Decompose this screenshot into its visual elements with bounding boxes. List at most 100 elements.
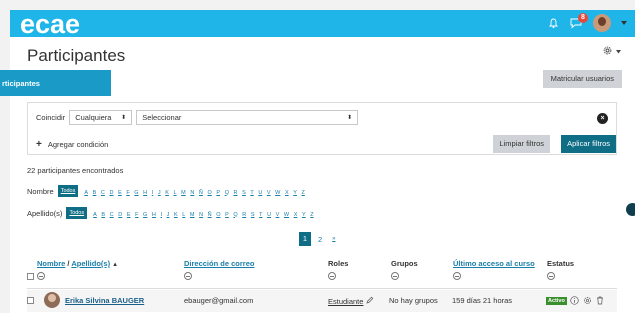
last-name-initial-letter[interactable]: M: [190, 212, 195, 218]
chevron-down-icon[interactable]: [616, 47, 621, 56]
add-condition-label: Agregar condición: [47, 140, 109, 149]
page-current[interactable]: 1: [299, 232, 311, 246]
first-name-initial-letter[interactable]: J: [158, 190, 161, 196]
page-2-link[interactable]: 2: [315, 235, 325, 244]
header-name-surname: Nombre / Apellido(s) ▲: [37, 259, 118, 268]
last-name-initial-letter[interactable]: J: [167, 212, 170, 218]
collapse-last-access-icon[interactable]: [453, 272, 461, 280]
last-name-initial-letter[interactable]: A: [93, 212, 97, 218]
first-name-initial-letter[interactable]: Y: [293, 190, 297, 196]
last-name-initial-letter[interactable]: N: [199, 212, 203, 218]
row-checkbox[interactable]: [27, 297, 34, 304]
match-select[interactable]: Cualquiera ⬍: [69, 110, 133, 125]
gear-icon[interactable]: [583, 296, 592, 307]
navbar-icons: 8: [548, 13, 627, 32]
last-name-initial-letter[interactable]: B: [101, 212, 105, 218]
first-name-initial-letter[interactable]: O: [207, 190, 211, 196]
sort-by-name-link[interactable]: Nombre: [37, 259, 65, 268]
first-name-initial-letter[interactable]: X: [285, 190, 289, 196]
first-name-initial-letter[interactable]: Q: [225, 190, 229, 196]
last-initial-all[interactable]: Todos: [66, 207, 88, 219]
last-name-initial-letter[interactable]: F: [135, 212, 138, 218]
first-name-initial-letter[interactable]: C: [101, 190, 105, 196]
first-name-initial-letter[interactable]: I: [152, 190, 154, 196]
first-name-initial-letter[interactable]: V: [267, 190, 271, 196]
first-name-initial-letter[interactable]: W: [275, 190, 280, 196]
page-actions-menu[interactable]: [602, 45, 621, 58]
participant-name-link[interactable]: Erika Silvina BAUGER: [65, 296, 144, 305]
first-name-initial-letter[interactable]: U: [258, 190, 262, 196]
participant-role-link[interactable]: Estudiante: [328, 297, 363, 306]
last-name-initial-letter[interactable]: T: [259, 212, 262, 218]
last-name-initial-letter[interactable]: Z: [310, 212, 313, 218]
first-name-initial-letter[interactable]: T: [250, 190, 253, 196]
last-name-initial-letter[interactable]: U: [267, 212, 271, 218]
side-drawer-toggle[interactable]: [626, 203, 635, 216]
last-name-initial-letter[interactable]: P: [225, 212, 229, 218]
last-name-initial-letter[interactable]: I: [161, 212, 163, 218]
participant-avatar: [44, 292, 60, 308]
collapse-email-icon[interactable]: [184, 272, 192, 280]
first-name-initial-letter[interactable]: S: [242, 190, 246, 196]
last-name-initial-letter[interactable]: K: [174, 212, 178, 218]
next-page-link[interactable]: »: [329, 236, 338, 242]
last-name-initial-letter[interactable]: G: [143, 212, 147, 218]
pencil-icon[interactable]: [366, 296, 374, 306]
collapse-roles-icon[interactable]: [328, 272, 336, 280]
remove-filter-icon[interactable]: ×: [597, 113, 608, 124]
first-name-initial-letter[interactable]: E: [118, 190, 122, 196]
apply-filters-button[interactable]: Aplicar filtros: [561, 135, 616, 153]
last-name-initial-letter[interactable]: Ñ: [208, 212, 212, 218]
sort-by-last-access-link[interactable]: Último acceso al curso: [453, 259, 535, 268]
gear-icon[interactable]: [602, 45, 613, 58]
info-icon[interactable]: [570, 296, 579, 307]
enrol-users-button[interactable]: Matricular usuarios: [542, 70, 622, 88]
first-initial-all[interactable]: Todos: [57, 185, 79, 197]
first-name-initial-letter[interactable]: B: [93, 190, 97, 196]
select-all-checkbox[interactable]: [27, 273, 34, 280]
user-menu-caret-icon[interactable]: [621, 21, 627, 25]
first-name-initial-letter[interactable]: D: [109, 190, 113, 196]
first-name-initial-letter[interactable]: H: [143, 190, 147, 196]
first-name-initial-letter[interactable]: N: [190, 190, 194, 196]
last-name-initial-letter[interactable]: S: [251, 212, 255, 218]
first-name-initial-letter[interactable]: L: [173, 190, 176, 196]
last-name-initial-letter[interactable]: H: [152, 212, 156, 218]
tab-participants[interactable]: rticipantes: [0, 70, 111, 96]
last-name-initial-letter[interactable]: R: [242, 212, 246, 218]
site-logo[interactable]: ecae: [20, 9, 80, 40]
last-name-initial-letter[interactable]: Y: [302, 212, 306, 218]
last-name-initial-letter[interactable]: W: [284, 212, 289, 218]
first-name-initial-letter[interactable]: A: [84, 190, 88, 196]
first-name-initial-letter[interactable]: Z: [301, 190, 304, 196]
last-name-initial-letter[interactable]: V: [276, 212, 280, 218]
bell-icon[interactable]: [548, 18, 559, 29]
first-name-initial-letter[interactable]: M: [181, 190, 186, 196]
trash-icon[interactable]: [596, 296, 604, 307]
last-name-initial-letter[interactable]: X: [294, 212, 298, 218]
last-name-initial-letter[interactable]: E: [127, 212, 131, 218]
last-name-initials-bar: Apellido(s) Todos ABCDEFGHIJKLMNÑOPQRSTU…: [27, 207, 318, 219]
first-name-initial-letter[interactable]: G: [134, 190, 138, 196]
first-name-initial-letter[interactable]: K: [165, 190, 169, 196]
last-name-initial-letter[interactable]: D: [118, 212, 122, 218]
collapse-groups-icon[interactable]: [391, 272, 399, 280]
user-avatar[interactable]: [593, 14, 611, 32]
collapse-status-icon[interactable]: [547, 272, 555, 280]
first-name-initial-letter[interactable]: F: [126, 190, 129, 196]
last-name-initial-letter[interactable]: C: [110, 212, 114, 218]
last-name-initial-letter[interactable]: L: [182, 212, 185, 218]
sort-by-email-link[interactable]: Dirección de correo: [184, 259, 254, 268]
first-name-initial-letter[interactable]: P: [216, 190, 220, 196]
filter-type-select[interactable]: Seleccionar ⬍: [136, 110, 359, 125]
first-name-initial-letter[interactable]: Ñ: [199, 190, 203, 196]
last-name-initial-letter[interactable]: O: [216, 212, 220, 218]
clear-filters-button[interactable]: Limpiar filtros: [493, 135, 550, 153]
collapse-name-icon[interactable]: [37, 272, 45, 280]
sort-by-surname-link[interactable]: Apellido(s): [71, 259, 110, 268]
messages-icon[interactable]: 8: [569, 13, 588, 29]
first-name-initial-letter[interactable]: R: [234, 190, 238, 196]
last-name-initial-letter[interactable]: Q: [233, 212, 237, 218]
add-condition-button[interactable]: + Agregar condición: [36, 139, 108, 150]
participant-groups: No hay grupos: [389, 296, 438, 305]
